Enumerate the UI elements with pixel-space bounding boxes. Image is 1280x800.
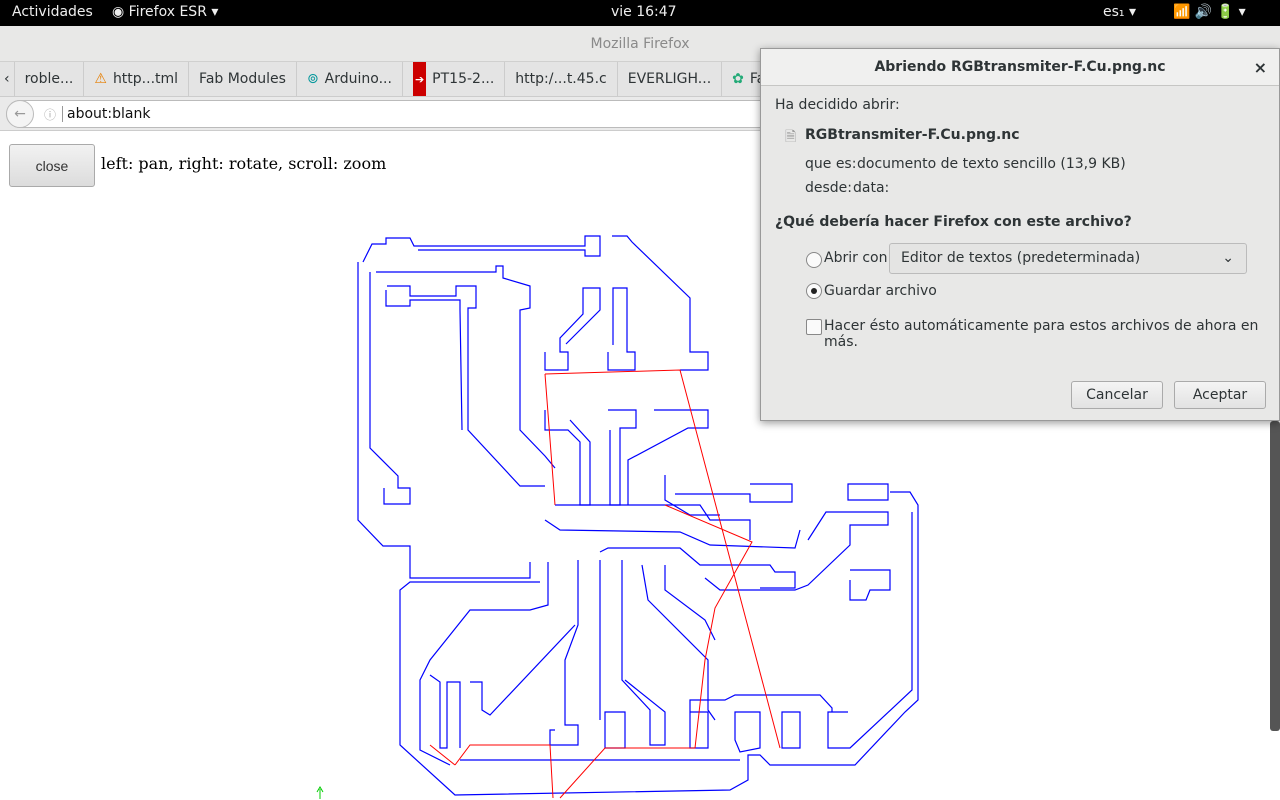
back-icon[interactable]: ←: [6, 100, 34, 128]
scrollbar[interactable]: [1270, 421, 1280, 731]
tab[interactable]: ⊚ Arduino...: [297, 62, 403, 96]
close-icon[interactable]: ×: [1254, 49, 1267, 86]
firefox-icon: ◉: [112, 4, 129, 20]
open-with-label[interactable]: Abrir con: [824, 250, 887, 266]
scroll-left-button[interactable]: ‹: [0, 62, 15, 96]
tab[interactable]: roble...: [15, 62, 85, 96]
open-with-radio[interactable]: [806, 252, 822, 268]
question: ¿Qué debería hacer Firefox con este arch…: [775, 214, 1132, 230]
language-menu[interactable]: es₁ ▾: [1103, 4, 1136, 20]
app-menu[interactable]: ◉ Firefox ESR ▾: [112, 4, 218, 20]
hint-text: left: pan, right: rotate, scroll: zoom: [101, 154, 387, 173]
save-file-radio[interactable]: [806, 283, 822, 299]
from-label: desde:: [805, 180, 853, 196]
url-input[interactable]: about:blank: [67, 106, 150, 122]
activities-button[interactable]: Actividades: [12, 4, 93, 20]
info-icon[interactable]: ⓘ: [44, 106, 56, 123]
cancel-button[interactable]: Cancelar: [1071, 381, 1163, 409]
type-value: documento de texto sencillo (13,9 KB): [857, 156, 1126, 172]
arrow-icon: ➔: [412, 62, 427, 96]
type-label: que es:: [805, 156, 857, 172]
radio-selected-dot: [811, 288, 817, 294]
application-select[interactable]: Editor de textos (predeterminada) ⌄: [889, 243, 1247, 274]
intro-text: Ha decidido abrir:: [775, 97, 900, 113]
tab[interactable]: EVERLIGH...: [618, 62, 723, 96]
auto-checkbox[interactable]: [806, 319, 822, 335]
file-name: RGBtransmiter-F.Cu.png.nc: [805, 127, 1020, 143]
accept-button[interactable]: Aceptar: [1174, 381, 1266, 409]
system-status-icons[interactable]: 📶 🔊 🔋 ▾: [1173, 4, 1246, 20]
clock[interactable]: vie 16:47: [611, 4, 677, 20]
document-icon: 🗎: [785, 129, 797, 145]
url-bar[interactable]: ← ⓘ about:blank: [6, 100, 806, 128]
warning-icon: ⚠: [94, 71, 107, 87]
fablab-icon: ✿: [732, 71, 744, 87]
from-value: data:: [853, 180, 890, 196]
arduino-icon: ⊚: [306, 71, 319, 87]
close-button[interactable]: close: [9, 144, 95, 187]
chevron-down-icon: ⌄: [1222, 250, 1234, 266]
tab[interactable]: Fab Modules: [189, 62, 297, 96]
tab[interactable]: http:/...t.45.c: [505, 62, 618, 96]
tab[interactable]: ⚠ http...tml: [84, 62, 190, 96]
open-file-dialog: Abriendo RGBtransmiter-F.Cu.png.nc × Ha …: [760, 48, 1280, 421]
dialog-title: Abriendo RGBtransmiter-F.Cu.png.nc ×: [761, 49, 1279, 86]
save-file-label[interactable]: Guardar archivo: [824, 283, 937, 299]
auto-label[interactable]: Hacer ésto automáticamente para estos ar…: [824, 318, 1279, 350]
tab[interactable]: ➔ PT15-2...: [403, 62, 506, 96]
top-bar: Actividades ◉ Firefox ESR ▾ vie 16:47 es…: [0, 0, 1280, 26]
